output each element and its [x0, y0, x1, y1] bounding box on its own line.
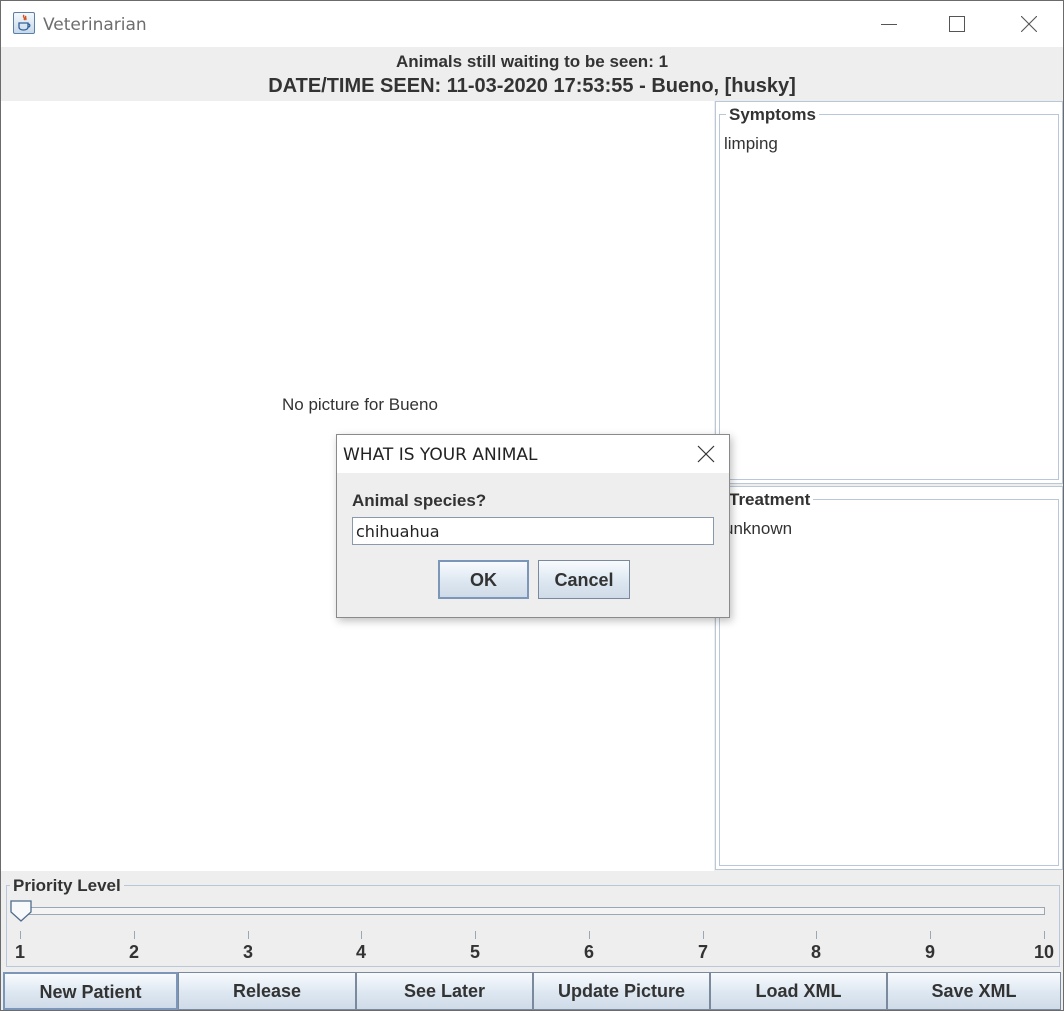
treatment-frame	[719, 499, 1059, 866]
symptoms-title: Symptoms	[726, 105, 819, 125]
priority-tick	[475, 931, 476, 939]
priority-tick	[703, 931, 704, 939]
new-patient-button[interactable]: New Patient	[3, 972, 178, 1010]
priority-tick	[20, 931, 21, 939]
close-button[interactable]	[995, 1, 1063, 47]
no-picture-message: No picture for Bueno	[282, 395, 438, 414]
dialog-close-button[interactable]	[689, 441, 723, 467]
status-header: Animals still waiting to be seen: 1 DATE…	[1, 47, 1063, 101]
close-icon	[1021, 16, 1037, 32]
cancel-button[interactable]: Cancel	[538, 560, 630, 599]
priority-tick	[589, 931, 590, 939]
priority-tick	[816, 931, 817, 939]
release-button[interactable]: Release	[178, 972, 356, 1010]
maximize-icon	[949, 16, 965, 32]
priority-level-panel: Priority Level 1 2 3 4 5 6 7 8 9 10	[3, 873, 1061, 969]
update-picture-button[interactable]: Update Picture	[533, 972, 710, 1010]
priority-tick	[361, 931, 362, 939]
priority-tick-label: 2	[128, 942, 139, 962]
save-xml-button[interactable]: Save XML	[887, 972, 1061, 1010]
main-window: Veterinarian Animals still waiting to be…	[0, 0, 1064, 1011]
window-title: Veterinarian	[43, 15, 147, 35]
priority-tick	[1044, 931, 1045, 939]
dialog-title: WHAT IS YOUR ANIMAL	[343, 445, 538, 465]
priority-level-title: Priority Level	[10, 876, 124, 896]
species-input[interactable]	[352, 517, 714, 545]
title-bar[interactable]: Veterinarian	[1, 1, 1063, 47]
ok-button[interactable]: OK	[438, 560, 529, 599]
treatment-text[interactable]: unknown	[724, 519, 792, 539]
priority-tick-label: 3	[242, 942, 253, 962]
symptoms-text[interactable]: limping	[724, 134, 778, 154]
load-xml-button[interactable]: Load XML	[710, 972, 887, 1010]
priority-tick	[930, 931, 931, 939]
slider-thumb-icon[interactable]	[10, 900, 32, 922]
minimize-icon	[881, 24, 897, 25]
priority-tick-label: 1	[14, 942, 25, 962]
priority-tick-label: 8	[810, 942, 821, 962]
priority-tick-label: 9	[924, 942, 935, 962]
dialog-title-bar[interactable]: WHAT IS YOUR ANIMAL	[337, 435, 729, 473]
waiting-count-label: Animals still waiting to be seen: 1	[395, 52, 669, 71]
see-later-button[interactable]: See Later	[356, 972, 533, 1010]
treatment-panel: Treatment unknown	[715, 486, 1063, 870]
maximize-button[interactable]	[923, 1, 991, 47]
treatment-title: Treatment	[726, 490, 814, 510]
action-button-bar: New Patient Release See Later Update Pic…	[3, 972, 1061, 1010]
priority-slider-track[interactable]	[19, 907, 1045, 915]
date-time-seen-label: DATE/TIME SEEN: 11-03-2020 17:53:55 - Bu…	[268, 75, 796, 97]
priority-tick	[248, 931, 249, 939]
symptoms-frame	[719, 114, 1059, 480]
priority-tick-label: 7	[697, 942, 708, 962]
symptoms-panel: Symptoms limping	[715, 101, 1063, 484]
priority-tick	[134, 931, 135, 939]
priority-tick-label: 6	[583, 942, 594, 962]
java-coffee-cup-icon	[13, 12, 35, 34]
priority-tick-scale: 1 2 3 4 5 6 7 8 9 10	[3, 927, 1061, 967]
priority-tick-label: 4	[355, 942, 366, 962]
priority-tick-label: 10	[1033, 942, 1055, 962]
minimize-button[interactable]	[855, 1, 923, 47]
close-icon	[697, 445, 715, 463]
animal-species-dialog: WHAT IS YOUR ANIMAL Animal species? OK C…	[336, 434, 730, 618]
priority-tick-label: 5	[469, 942, 480, 962]
species-prompt-label: Animal species?	[352, 491, 487, 510]
